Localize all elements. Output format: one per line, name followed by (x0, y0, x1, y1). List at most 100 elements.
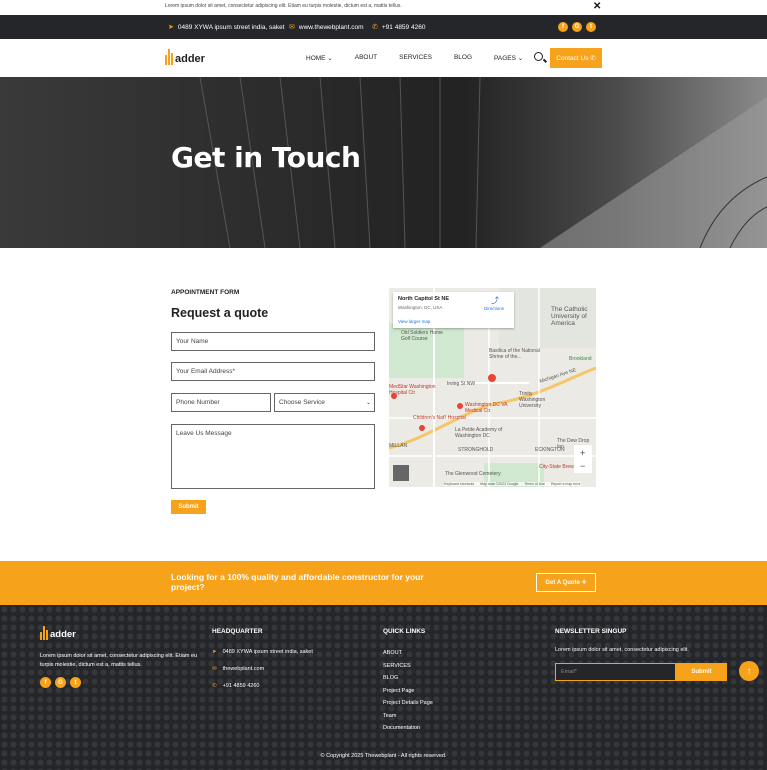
facebook-icon[interactable]: f (558, 22, 568, 32)
hq-address-text: 0489 XYWA ipsum street india, saket (222, 649, 313, 655)
location-arrow-icon: ➤ (168, 24, 174, 31)
map-label-dewdrop: The Dew Drop Inn (557, 438, 590, 450)
view-larger-map-link[interactable]: View larger map (398, 319, 430, 324)
copyright-text: © Copyright 2025 Thewebplant - All right… (320, 753, 447, 759)
message-placeholder: Leave Us Message (176, 430, 232, 437)
map-label-basilica: Basilica of the National Shrine of the..… (489, 348, 540, 360)
directions-link[interactable]: Directions (484, 306, 504, 311)
hq-website[interactable]: ✉ thewebplant.com (212, 666, 264, 672)
map-label-catholic: The Catholic University of America (551, 306, 588, 327)
footer-link-services[interactable]: SERVICES (383, 663, 433, 669)
hero-background-image (0, 77, 767, 248)
footer-about-text: Lorem ipsum dolor sit amet, consectetur … (40, 653, 198, 668)
announcement-bar: Lorem ipsum dolor sit amet, consectetur … (0, 0, 767, 15)
mail-icon: ✉ (212, 666, 217, 672)
zoom-out-button[interactable]: − (580, 461, 585, 471)
phone-icon: ✆ (372, 24, 378, 31)
footer-link-project-details[interactable]: Project Details Page (383, 700, 433, 706)
map-report-link[interactable]: Report a map error (551, 482, 581, 486)
footer-link-about[interactable]: ABOUT (383, 650, 433, 656)
logo-bars-icon (165, 49, 173, 65)
hq-phone[interactable]: ✆ +91 4859 4260 (212, 683, 259, 689)
footer-link-project-page[interactable]: Project Page (383, 688, 433, 694)
announcement-text: Lorem ipsum dolor sit amet, consectetur … (165, 3, 402, 9)
form-section-label: APPOINTMENT FORM (171, 289, 240, 296)
twitter-icon[interactable]: t (586, 22, 596, 32)
topbar-website-text: www.thewebplant.com (298, 23, 364, 31)
footer-link-blog[interactable]: BLOG (383, 675, 433, 681)
map-label-trinity: Trinity Washington University (519, 391, 546, 409)
page-title: Get in Touch (171, 141, 361, 174)
newsletter-submit-button[interactable]: Submit (676, 663, 727, 681)
map-label-brookland: Brookland (569, 356, 592, 362)
logo-text: adder (175, 53, 205, 65)
map-label-medstar: MedStar Washington Hospital Ctr (389, 384, 436, 396)
map-label-golf: Old Soldiers Home Golf Course (401, 330, 443, 342)
map-terms-link[interactable]: Terms of Use (524, 482, 545, 486)
hq-title: HEADQUARTER (212, 628, 263, 635)
zoom-in-button[interactable]: + (580, 448, 585, 458)
topbar-address-text: 0489 XYWA ipsum street india, saket (177, 23, 285, 31)
newsletter-email-input[interactable]: Email* (555, 663, 676, 681)
map-label-millan: MILLAN (389, 443, 408, 449)
phone-input[interactable]: Phone Number (171, 393, 271, 412)
map-card-title: North Capitol St NE (398, 296, 450, 302)
map-info-card: North Capitol St NE Washington, DC, USA … (393, 292, 514, 328)
topbar-address: ➤ 0489 XYWA ipsum street india, saket (168, 23, 285, 32)
location-arrow-icon: ➤ (212, 649, 217, 655)
map-label-lapetite: La Petite Academy of Washington DC (455, 427, 503, 439)
hq-phone-text: +91 4859 4260 (222, 683, 260, 689)
nav-about[interactable]: ABOUT (355, 54, 377, 62)
nav-pages[interactable]: PAGES ⌄ (494, 54, 523, 62)
topbar-social: f G t (558, 22, 596, 32)
nav-services[interactable]: SERVICES (399, 54, 432, 62)
form-title: Request a quote (171, 306, 269, 320)
topbar-phone[interactable]: ✆ +91 4859 4260 (372, 23, 425, 32)
newsletter-email-placeholder: Email* (561, 669, 577, 675)
quick-links-list: ABOUT SERVICES BLOG Project Page Project… (383, 650, 433, 731)
name-input[interactable]: Your Name (171, 332, 375, 351)
twitter-icon[interactable]: t (70, 677, 81, 688)
footer-logo-text: adder (50, 629, 76, 640)
facebook-icon[interactable]: f (40, 677, 51, 688)
topbar-website[interactable]: ✉ www.thewebplant.com (289, 23, 364, 32)
message-textarea[interactable]: Leave Us Message (171, 424, 375, 489)
google-icon[interactable]: G (572, 22, 582, 32)
contact-us-button[interactable]: Contact Us ✆ (550, 48, 602, 68)
footer-link-team[interactable]: Team (383, 713, 433, 719)
map-label-stronghold: STRONGHOLD (458, 447, 494, 453)
nav-blog[interactable]: BLOG (454, 54, 472, 62)
map-label-citystate: City-State Brew (539, 464, 574, 470)
get-a-quote-button[interactable]: Get A Quote ✛ (536, 573, 596, 592)
map-label-va: Washington DC VA Medical Ctr (465, 402, 508, 414)
footer-social: f G t (40, 677, 81, 688)
close-icon[interactable]: ✕ (593, 1, 601, 12)
logo-bars-icon (40, 626, 48, 640)
mail-icon: ✉ (289, 24, 295, 31)
map-label-irving: Irving St NW (447, 381, 476, 387)
google-icon[interactable]: G (55, 677, 66, 688)
map-data-text: Map data ©2023 Google (480, 482, 519, 486)
hq-address: ➤ 0489 XYWA ipsum street india, saket (212, 649, 313, 655)
directions-icon[interactable]: ⤴ (491, 295, 499, 306)
map-attribution: Keyboard shortcuts Map data ©2023 Google… (444, 482, 581, 486)
hero-banner: Get in Touch (0, 77, 767, 248)
cta-band: Looking for a 100% quality and affordabl… (0, 561, 767, 605)
top-info-bar: ➤ 0489 XYWA ipsum street india, saket ✉ … (0, 15, 767, 39)
nav-home[interactable]: HOME ⌄ (306, 54, 333, 62)
map-keyboard-link[interactable]: Keyboard shortcuts (444, 482, 474, 486)
scroll-to-top-button[interactable]: ↑ (739, 661, 759, 681)
cta-text: Looking for a 100% quality and affordabl… (171, 572, 424, 592)
form-submit-button[interactable]: Submit (171, 500, 206, 514)
site-header: adder HOME ⌄ ABOUT SERVICES BLOG PAGES ⌄… (0, 39, 767, 77)
footer-logo[interactable]: adder (40, 626, 76, 640)
phone-input-placeholder: Phone Number (176, 399, 220, 406)
service-select[interactable]: Choose Service ⌄ (274, 393, 375, 412)
footer-link-documentation[interactable]: Documentation (383, 725, 433, 731)
email-input-placeholder: Your Email Address* (176, 368, 236, 375)
arrow-up-icon: ↑ (746, 665, 752, 677)
hq-website-text: thewebplant.com (222, 666, 265, 672)
email-input[interactable]: Your Email Address* (171, 362, 375, 381)
search-icon[interactable] (534, 52, 543, 61)
logo[interactable]: adder (165, 49, 205, 65)
